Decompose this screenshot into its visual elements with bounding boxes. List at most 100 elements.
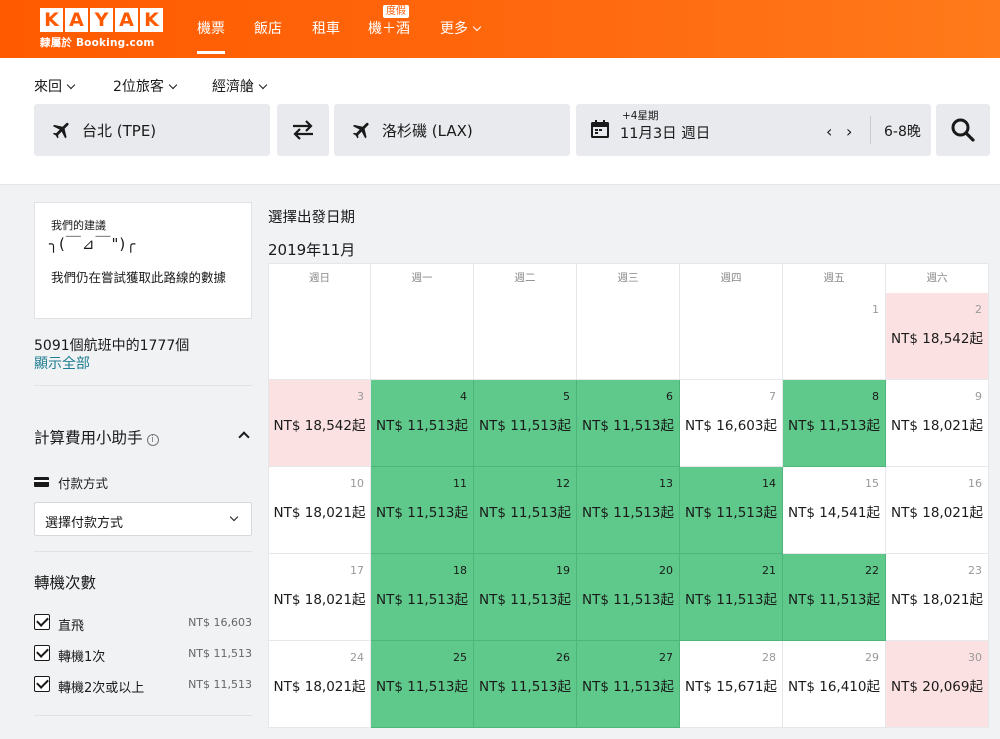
calendar-day-cell[interactable]: 4 NT$ 11,513起 bbox=[371, 380, 474, 467]
calendar-day-cell[interactable]: 2 NT$ 18,542起 bbox=[886, 293, 989, 380]
show-all-link[interactable]: 顯示全部 bbox=[34, 353, 90, 373]
calendar-day-cell[interactable]: 20 NT$ 11,513起 bbox=[577, 554, 680, 641]
calendar-day-cell[interactable]: 11 NT$ 11,513起 bbox=[371, 467, 474, 554]
calendar-day-cell[interactable]: 18 NT$ 11,513起 bbox=[371, 554, 474, 641]
top-nav-bar: K A Y A K 隸屬於 Booking.com 機票 飯店 租車 度假 機＋… bbox=[0, 0, 1000, 58]
calendar-day-cell[interactable]: 7 NT$ 16,603起 bbox=[680, 380, 783, 467]
trip-type-label: 來回 bbox=[34, 79, 62, 95]
day-number: 5 bbox=[563, 390, 570, 403]
calendar-day-cell[interactable]: 1 bbox=[783, 293, 886, 380]
day-price: NT$ 16,410起 bbox=[788, 679, 880, 695]
calendar-day-cell[interactable]: 28 NT$ 15,671起 bbox=[680, 641, 783, 728]
calendar-day-cell[interactable]: 16 NT$ 18,021起 bbox=[886, 467, 989, 554]
calendar-day-cell[interactable]: 26 NT$ 11,513起 bbox=[474, 641, 577, 728]
chevron-up-icon[interactable] bbox=[238, 431, 250, 443]
calendar-day-cell[interactable]: 22 NT$ 11,513起 bbox=[783, 554, 886, 641]
swap-button[interactable] bbox=[277, 104, 329, 156]
chevron-down-icon bbox=[258, 80, 268, 90]
day-number: 13 bbox=[659, 477, 673, 490]
calendar-day-cell[interactable]: 5 NT$ 11,513起 bbox=[474, 380, 577, 467]
info-icon[interactable]: i bbox=[146, 434, 159, 446]
results-count: 5091個航班中的1777個 bbox=[34, 338, 190, 354]
day-number: 2 bbox=[975, 303, 982, 316]
day-number: 3 bbox=[357, 390, 364, 403]
day-number: 7 bbox=[769, 390, 776, 403]
calendar-icon bbox=[591, 120, 609, 138]
destination-field[interactable]: 洛杉磯 (LAX) bbox=[334, 104, 570, 156]
day-number: 9 bbox=[975, 390, 982, 403]
day-price: NT$ 18,542起 bbox=[891, 331, 983, 347]
calendar-day-cell[interactable]: 8 NT$ 11,513起 bbox=[783, 380, 886, 467]
day-price: NT$ 11,513起 bbox=[479, 679, 571, 695]
day-number: 21 bbox=[762, 564, 776, 577]
search-button[interactable] bbox=[936, 104, 990, 156]
trip-type-dropdown[interactable]: 來回 bbox=[34, 76, 76, 96]
travelers-dropdown[interactable]: 2位旅客 bbox=[113, 76, 178, 96]
date-flex-label: +4星期 bbox=[622, 110, 659, 122]
calendar-day-cell[interactable]: 29 NT$ 16,410起 bbox=[783, 641, 886, 728]
destination-value: 洛杉磯 (LAX) bbox=[382, 122, 473, 140]
stop-checkbox[interactable] bbox=[34, 645, 50, 661]
prev-date-button[interactable]: ‹ bbox=[826, 122, 832, 141]
calendar-day-cell[interactable]: 13 NT$ 11,513起 bbox=[577, 467, 680, 554]
nav-flights[interactable]: 機票 bbox=[197, 18, 225, 54]
stop-filter-row[interactable]: 直飛 NT$ 16,603 bbox=[34, 613, 252, 634]
calendar-grid: 1 2 NT$ 18,542起 3 NT$ 18,542起 4 NT$ 11,513起 5 NT… bbox=[268, 293, 989, 728]
calendar-day-cell[interactable]: 30 NT$ 20,069起 bbox=[886, 641, 989, 728]
logo-subtitle: 隸屬於 Booking.com bbox=[40, 37, 155, 49]
fee-calculator-header[interactable]: 計算費用小助手 i bbox=[34, 426, 159, 448]
day-price: NT$ 11,513起 bbox=[376, 418, 468, 434]
calendar-day-cell[interactable]: 3 NT$ 18,542起 bbox=[268, 380, 371, 467]
chevron-down-icon bbox=[168, 80, 178, 90]
calendar-day-cell[interactable]: 10 NT$ 18,021起 bbox=[268, 467, 371, 554]
calendar-day-cell[interactable]: 23 NT$ 18,021起 bbox=[886, 554, 989, 641]
stop-checkbox[interactable] bbox=[34, 676, 50, 692]
stop-filter-row[interactable]: 轉機1次 NT$ 11,513 bbox=[34, 644, 252, 665]
weekday-label: 週二 bbox=[474, 263, 577, 294]
calendar-day-cell[interactable]: 24 NT$ 18,021起 bbox=[268, 641, 371, 728]
nights-dropdown[interactable]: 6-8晚 bbox=[884, 121, 921, 141]
next-date-button[interactable]: › bbox=[846, 122, 852, 141]
credit-card-icon bbox=[34, 477, 49, 487]
nav-packages[interactable]: 機＋酒 bbox=[368, 18, 410, 38]
calendar-day-cell[interactable]: 21 NT$ 11,513起 bbox=[680, 554, 783, 641]
day-price: NT$ 11,513起 bbox=[479, 592, 571, 608]
stop-filter-row[interactable]: 轉機2次或以上 NT$ 11,513 bbox=[34, 675, 252, 696]
calendar-day-cell[interactable]: 9 NT$ 18,021起 bbox=[886, 380, 989, 467]
calendar-day-cell[interactable]: 17 NT$ 18,021起 bbox=[268, 554, 371, 641]
nav-cars[interactable]: 租車 bbox=[312, 18, 340, 38]
cabin-dropdown[interactable]: 經濟艙 bbox=[212, 76, 268, 96]
day-price: NT$ 20,069起 bbox=[891, 679, 983, 695]
search-form: 來回 2位旅客 經濟艙 台北 (TPE) 洛杉磯 (LAX) +4星期 11月3… bbox=[0, 58, 1000, 185]
weekday-label: 週日 bbox=[268, 263, 371, 294]
day-number: 11 bbox=[453, 477, 467, 490]
day-number: 23 bbox=[968, 564, 982, 577]
logo-letter: A bbox=[115, 8, 138, 32]
nav-packages-label: 機＋酒 bbox=[368, 21, 410, 37]
calendar-day-cell[interactable]: 25 NT$ 11,513起 bbox=[371, 641, 474, 728]
calendar-empty-cell bbox=[474, 293, 577, 380]
nav-more[interactable]: 更多 bbox=[440, 18, 482, 38]
calendar-day-cell[interactable]: 19 NT$ 11,513起 bbox=[474, 554, 577, 641]
calendar-day-cell[interactable]: 27 NT$ 11,513起 bbox=[577, 641, 680, 728]
weekday-label: 週四 bbox=[680, 263, 783, 294]
day-number: 28 bbox=[762, 651, 776, 664]
search-icon bbox=[951, 118, 975, 142]
calendar-day-cell[interactable]: 6 NT$ 11,513起 bbox=[577, 380, 680, 467]
day-price: NT$ 11,513起 bbox=[788, 418, 880, 434]
day-price: NT$ 11,513起 bbox=[582, 679, 674, 695]
day-price: NT$ 18,021起 bbox=[273, 679, 366, 695]
payment-method-select[interactable]: 選擇付款方式 bbox=[34, 502, 252, 536]
stop-checkbox[interactable] bbox=[34, 614, 50, 630]
calendar-month: 2019年11月 bbox=[268, 241, 356, 259]
origin-field[interactable]: 台北 (TPE) bbox=[34, 104, 270, 156]
price-calendar: 週日 週一 週二 週三 週四 週五 週六 1 2 NT$ 18,542起 3 NT$ 1… bbox=[268, 263, 989, 728]
calendar-day-cell[interactable]: 15 NT$ 14,541起 bbox=[783, 467, 886, 554]
day-price: NT$ 11,513起 bbox=[788, 592, 880, 608]
nav-hotels[interactable]: 飯店 bbox=[254, 18, 282, 38]
date-field[interactable]: +4星期 11月3日 週日 ‹ › 6-8晚 bbox=[576, 104, 931, 156]
day-number: 29 bbox=[865, 651, 879, 664]
kayak-logo[interactable]: K A Y A K 隸屬於 Booking.com bbox=[40, 8, 163, 50]
calendar-day-cell[interactable]: 12 NT$ 11,513起 bbox=[474, 467, 577, 554]
calendar-day-cell[interactable]: 14 NT$ 11,513起 bbox=[680, 467, 783, 554]
